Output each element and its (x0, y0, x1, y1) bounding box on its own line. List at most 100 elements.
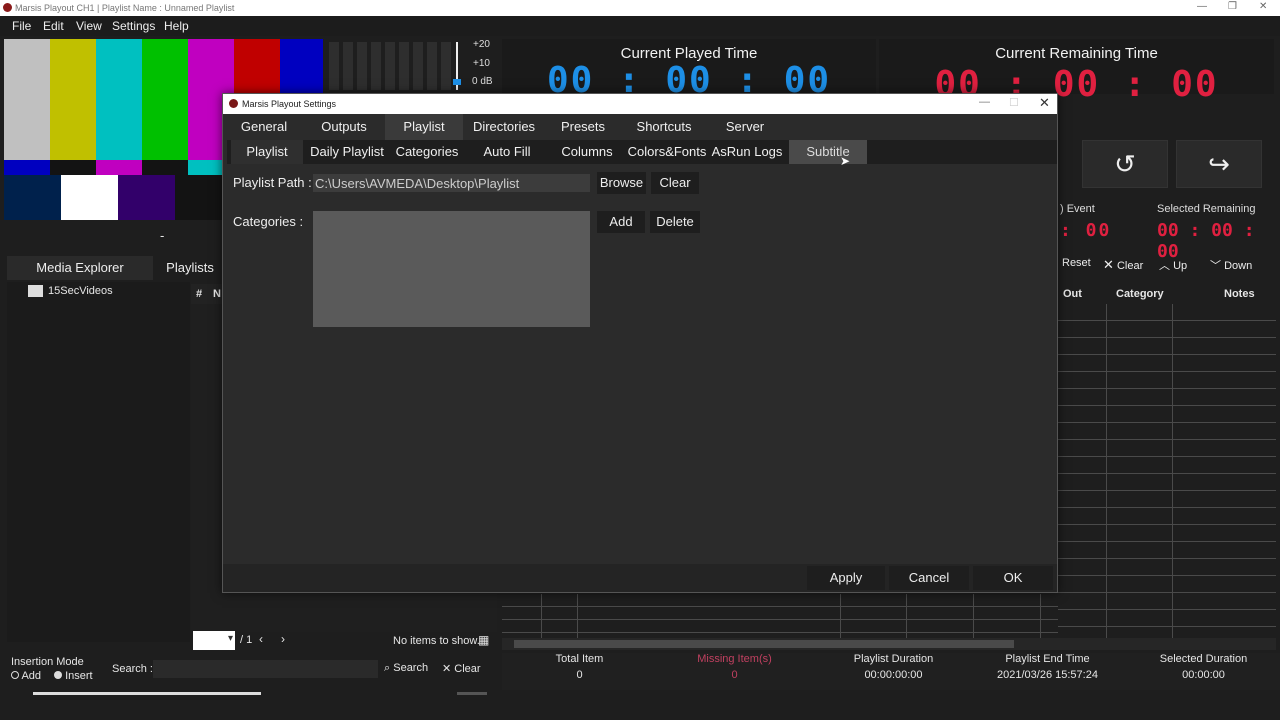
search-clear-button[interactable]: ✕ Clear (442, 662, 481, 675)
search-button[interactable]: ⌕ Search (384, 662, 428, 675)
progress-bar-segment (457, 692, 487, 695)
dialog-tabs: General Outputs Playlist Directories Pre… (223, 114, 1057, 140)
meter-column (343, 42, 353, 90)
categories-label: Categories : (233, 214, 304, 229)
ok-button[interactable]: OK (973, 566, 1053, 590)
subtab-categories[interactable]: Categories (393, 140, 461, 164)
stat-end-label: Playlist End Time (1005, 653, 1090, 665)
grid-view-icon[interactable]: ▦ (478, 633, 489, 647)
clear-path-button[interactable]: Clear (651, 172, 699, 194)
browse-button[interactable]: Browse (597, 172, 646, 194)
menu-view[interactable]: View (76, 19, 102, 33)
playlist-grid[interactable] (1058, 304, 1276, 638)
tab-media-explorer[interactable]: Media Explorer (7, 256, 153, 280)
subtab-columns[interactable]: Columns (557, 140, 617, 164)
insertion-add-label: Add (21, 670, 42, 682)
minimize-icon[interactable]: — (1197, 1, 1207, 12)
up-button[interactable]: ︿ Up (1159, 257, 1187, 277)
list-header-num: # (196, 288, 203, 300)
next-page-icon[interactable]: › (281, 632, 285, 646)
search-button-label: Search (393, 662, 429, 674)
tab-outputs[interactable]: Outputs (311, 114, 377, 140)
app-title-bar: Marsis Playout CH1 | Playlist Name : Unn… (0, 0, 1280, 16)
meter-label-0db: 0 dB (472, 76, 493, 87)
insertion-add-radio[interactable]: Add (11, 670, 41, 682)
tab-server[interactable]: Server (717, 114, 773, 140)
tab-shortcuts[interactable]: Shortcuts (625, 114, 703, 140)
subtab-asrun-logs[interactable]: AsRun Logs (711, 140, 783, 164)
menu-settings[interactable]: Settings (112, 19, 155, 33)
radio-selected-icon (54, 671, 62, 679)
tab-playlists[interactable]: Playlists (153, 256, 227, 280)
color-strip (188, 160, 223, 175)
close-icon[interactable]: ✕ (1259, 1, 1267, 12)
audio-meter: +20 +10 0 dB (323, 39, 499, 91)
meter-column (399, 42, 409, 90)
mouse-cursor-icon: ➤ (840, 154, 851, 168)
horizontal-scrollbar[interactable] (502, 638, 1276, 650)
selected-remaining-label: Selected Remaining (1157, 203, 1256, 215)
playlist-path-input[interactable]: C:\Users\AVMEDA\Desktop\Playlist (313, 174, 590, 192)
down-button[interactable]: ﹀ Down (1210, 257, 1252, 277)
dialog-title-bar: Marsis Playout Settings — ☐ ✕ (223, 94, 1057, 114)
color-bar-gray (4, 39, 50, 160)
stat-total-value: 0 (576, 669, 583, 681)
played-time-panel: Current Played Time 00 : 00 : 00 (502, 39, 876, 101)
scrollbar-thumb[interactable] (514, 640, 1014, 648)
settings-dialog: Marsis Playout Settings — ☐ ✕ General Ou… (222, 93, 1058, 593)
color-strip (4, 160, 50, 175)
apply-button[interactable]: Apply (807, 566, 885, 590)
subtab-colors-fonts[interactable]: Colors&Fonts (627, 140, 707, 164)
dialog-close-icon[interactable]: ✕ (1039, 95, 1050, 111)
dialog-minimize-icon[interactable]: — (979, 96, 990, 108)
meter-column (385, 42, 395, 90)
tab-presets[interactable]: Presets (555, 114, 611, 140)
stat-missing: Missing Item(s) 0 (657, 653, 812, 681)
tab-playlist[interactable]: Playlist (385, 114, 463, 140)
clear-label: Clear (1116, 260, 1144, 272)
restart-button[interactable]: ↺ (1082, 140, 1168, 188)
subtab-subtitle[interactable]: Subtitle (789, 140, 867, 164)
menu-edit[interactable]: Edit (43, 19, 64, 33)
add-category-button[interactable]: Add (597, 211, 645, 233)
menu-help[interactable]: Help (164, 19, 189, 33)
subtab-daily-playlist[interactable]: Daily Playlist (309, 140, 385, 164)
stat-sel-value: 00:00:00 (1182, 669, 1225, 681)
event-time: : 00 (1060, 220, 1112, 241)
color-bar-cyan (96, 39, 142, 160)
categories-list[interactable] (313, 211, 590, 327)
event-label: ) Event (1060, 203, 1095, 215)
folder-15secvideos[interactable]: 15SecVideos (48, 285, 113, 297)
pluge-block (61, 175, 118, 220)
volume-slider-handle[interactable] (453, 79, 461, 85)
search-clear-label: Clear (454, 663, 481, 675)
cancel-button[interactable]: Cancel (889, 566, 969, 590)
grid-header: Out Category Notes (1058, 284, 1276, 304)
menu-file[interactable]: File (12, 19, 31, 33)
insertion-insert-radio[interactable]: Insert (54, 670, 93, 682)
grid-header-notes[interactable]: Notes (1224, 288, 1255, 300)
close-icon: ✕ (442, 663, 452, 675)
skip-button[interactable]: ↪ (1176, 140, 1262, 188)
clear-grid-button[interactable]: ✕ Clear (1103, 257, 1143, 277)
grid-header-category[interactable]: Category (1116, 288, 1164, 300)
chevron-down-icon[interactable]: ▾ (228, 633, 233, 644)
stat-duration-value: 00:00:00:00 (864, 669, 923, 681)
stat-missing-value: 0 (731, 669, 738, 681)
grid-header-out[interactable]: Out (1063, 288, 1082, 300)
dialog-maximize-icon[interactable]: ☐ (1009, 96, 1019, 109)
prev-page-icon[interactable]: ‹ (259, 632, 263, 646)
page-input[interactable]: ▾ (193, 631, 235, 650)
remaining-time-panel: Current Remaining Time 00 : 00 : 00 (879, 39, 1274, 105)
subtab-playlist[interactable]: Playlist (231, 140, 303, 164)
search-input[interactable] (153, 660, 378, 678)
reset-button[interactable]: Reset (1062, 257, 1091, 277)
stat-selected-duration: Selected Duration 00:00:00 (1126, 653, 1280, 681)
meter-column (357, 42, 367, 90)
subtab-auto-fill[interactable]: Auto Fill (479, 140, 535, 164)
tab-general[interactable]: General (231, 114, 297, 140)
meter-label-10: +10 (473, 58, 490, 69)
tab-directories[interactable]: Directories (467, 114, 541, 140)
delete-category-button[interactable]: Delete (650, 211, 700, 233)
maximize-icon[interactable]: ❐ (1228, 1, 1237, 12)
